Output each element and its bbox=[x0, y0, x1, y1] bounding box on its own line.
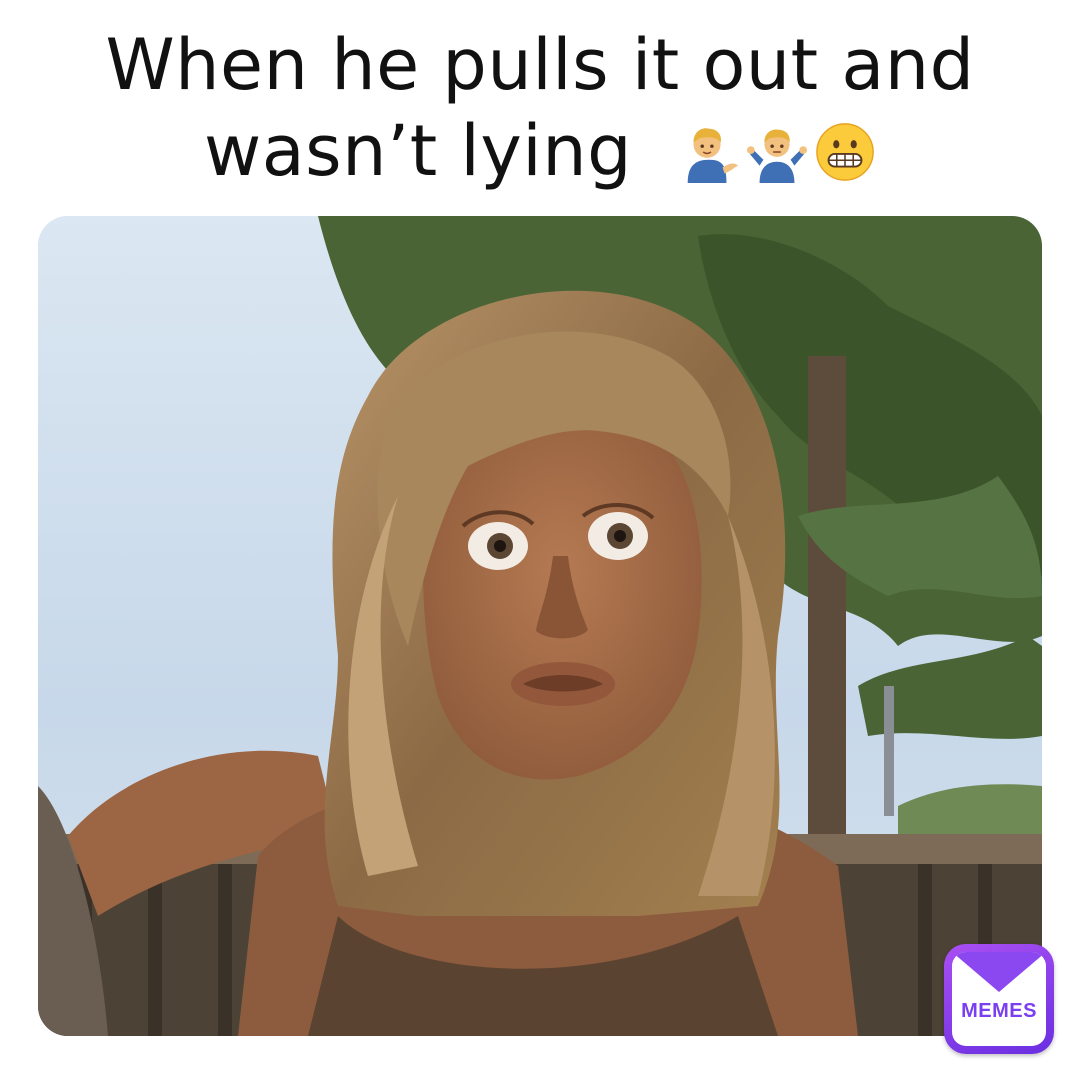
caption-line-1: When he pulls it out and bbox=[105, 24, 975, 106]
man-shrugging-icon bbox=[747, 129, 808, 183]
meme-photo bbox=[38, 216, 1042, 1036]
caption-line-2: wasn’t lying bbox=[0, 108, 1080, 194]
caption-line-2-text: wasn’t lying bbox=[203, 110, 633, 192]
photo-illustration bbox=[38, 216, 1042, 1036]
caption-emojis bbox=[678, 121, 876, 183]
man-tipping-hand-icon bbox=[687, 128, 739, 183]
envelope-icon: MEMES bbox=[952, 952, 1046, 1046]
grimacing-face-icon bbox=[816, 123, 874, 181]
envelope-flap bbox=[952, 952, 1046, 992]
watermark-label: MEMES bbox=[961, 1000, 1037, 1022]
meme-caption: When he pulls it out and wasn’t lying bbox=[0, 22, 1080, 194]
memes-watermark-badge: MEMES bbox=[944, 944, 1054, 1054]
